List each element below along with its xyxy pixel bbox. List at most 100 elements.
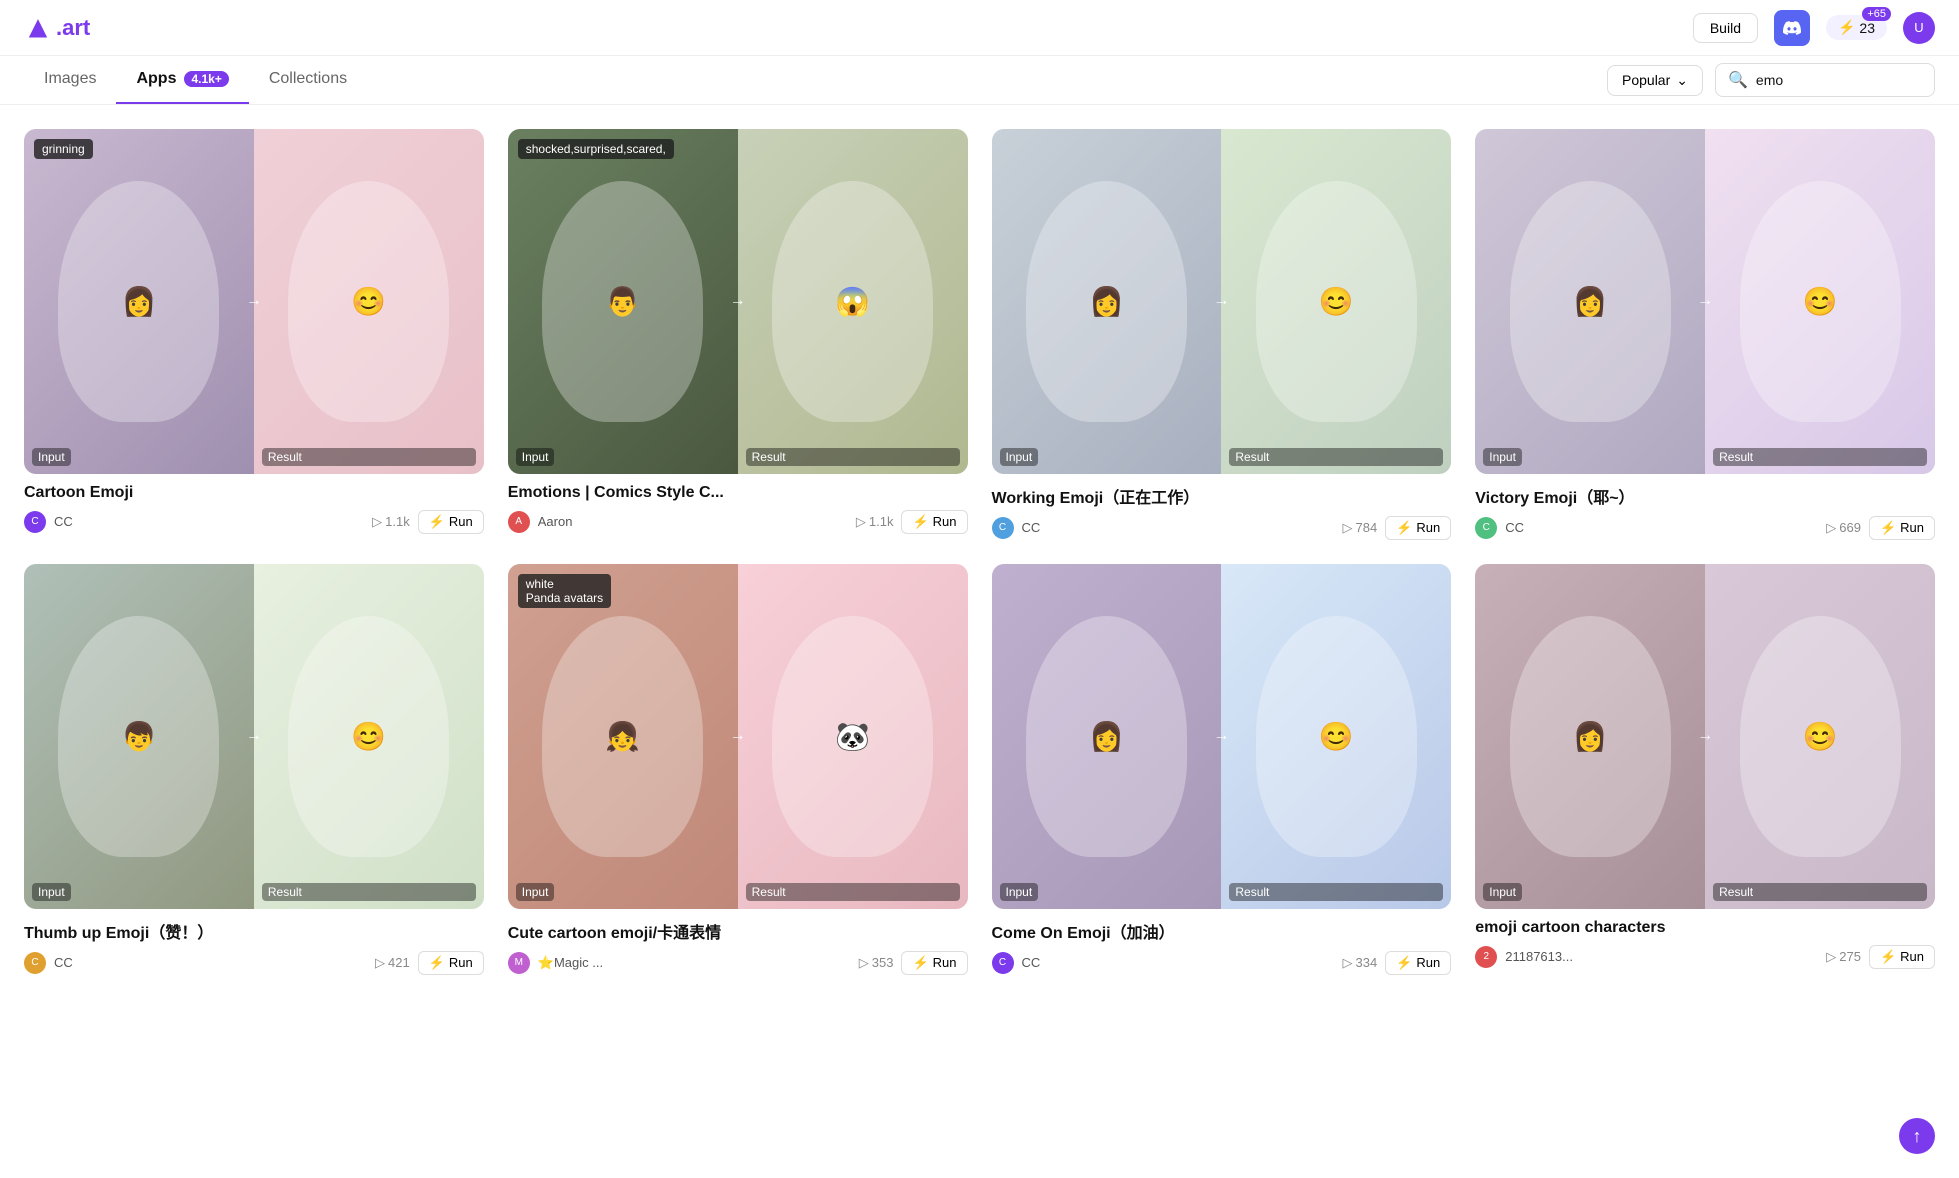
run-icon: ⚡ xyxy=(1396,955,1412,971)
play-count: ▷ 353 xyxy=(859,955,894,971)
author-avatar: C xyxy=(1475,517,1497,539)
search-icon: 🔍 xyxy=(1728,70,1748,90)
face-placeholder-right: 😊 xyxy=(1256,616,1417,857)
card-result-image: 😊 Result xyxy=(1705,564,1935,909)
run-button[interactable]: ⚡ Run xyxy=(901,951,967,975)
scroll-to-top-button[interactable]: ↑ xyxy=(1899,1118,1935,1154)
sort-button[interactable]: Popular ⌄ xyxy=(1607,65,1703,96)
chevron-down-icon: ⌄ xyxy=(1676,72,1688,89)
lightning-badge: +65 xyxy=(1862,7,1891,21)
discord-button[interactable] xyxy=(1774,10,1810,46)
build-button[interactable]: Build xyxy=(1693,13,1758,43)
card-item[interactable]: 👩 Input → 😊 Result Come On Emoji（加油） C C… xyxy=(992,564,1452,975)
author-name: CC xyxy=(54,955,367,970)
author-name: ⭐Magic ... xyxy=(538,955,851,971)
card-title: Cartoon Emoji xyxy=(24,484,484,502)
card-meta: C CC ▷ 784 ⚡ Run xyxy=(992,516,1452,540)
face-placeholder-left: 👨 xyxy=(542,181,703,422)
face-placeholder-right: 😊 xyxy=(1740,181,1901,422)
lightning-button[interactable]: +65 ⚡ 23 xyxy=(1826,15,1887,40)
card-grid: 👩 Input → 😊 Result grinning Cartoon Emoj… xyxy=(0,105,1959,999)
play-count: ▷ 1.1k xyxy=(856,514,894,530)
card-item[interactable]: 👩 Input → 😊 Result emoji cartoon charact… xyxy=(1475,564,1935,975)
play-count: ▷ 1.1k xyxy=(372,514,410,530)
tab-collections[interactable]: Collections xyxy=(249,56,367,104)
face-placeholder-left: 👧 xyxy=(542,616,703,857)
input-label: Input xyxy=(32,883,71,901)
user-avatar[interactable]: U xyxy=(1903,12,1935,44)
play-count: ▷ 275 xyxy=(1826,949,1861,965)
arrow-icon: → xyxy=(730,727,746,745)
card-tag: grinning xyxy=(34,139,93,159)
card-title: Victory Emoji（耶~） xyxy=(1475,484,1935,508)
author-avatar: C xyxy=(24,511,46,533)
run-button[interactable]: ⚡ Run xyxy=(1385,951,1451,975)
run-button[interactable]: ⚡ Run xyxy=(1869,516,1935,540)
run-icon: ⚡ xyxy=(1880,520,1896,536)
run-button[interactable]: ⚡ Run xyxy=(1869,945,1935,969)
input-label: Input xyxy=(1000,448,1039,466)
play-icon: ▷ xyxy=(856,514,866,530)
face-placeholder-right: 😱 xyxy=(772,181,933,422)
run-button[interactable]: ⚡ Run xyxy=(1385,516,1451,540)
result-label: Result xyxy=(1713,883,1927,901)
face-placeholder-right: 😊 xyxy=(288,181,449,422)
card-image: 👨 Input → 😱 Result shocked,surprised,sca… xyxy=(508,129,968,474)
card-result-image: 😊 Result xyxy=(1221,129,1451,474)
tab-apps[interactable]: Apps 4.1k+ xyxy=(116,56,248,104)
nav-tabs: Images Apps 4.1k+ Collections Popular ⌄ … xyxy=(0,56,1959,105)
card-image: 👩 Input → 😊 Result xyxy=(992,129,1452,474)
card-title: Thumb up Emoji（赞！） xyxy=(24,919,484,943)
arrow-icon: → xyxy=(1213,727,1229,745)
input-label: Input xyxy=(1000,883,1039,901)
tab-images[interactable]: Images xyxy=(24,56,116,104)
card-result-image: 😊 Result xyxy=(254,129,484,474)
face-placeholder-right: 😊 xyxy=(1256,181,1417,422)
card-item[interactable]: 👩 Input → 😊 Result grinning Cartoon Emoj… xyxy=(24,129,484,540)
card-result-image: 😊 Result xyxy=(254,564,484,909)
card-result-image: 🐼 Result xyxy=(738,564,968,909)
card-item[interactable]: 👦 Input → 😊 Result Thumb up Emoji（赞！） C … xyxy=(24,564,484,975)
card-image: 👩 Input → 😊 Result xyxy=(1475,564,1935,909)
run-icon: ⚡ xyxy=(912,955,928,971)
result-label: Result xyxy=(1229,883,1443,901)
arrow-icon: → xyxy=(730,292,746,310)
card-result-image: 😊 Result xyxy=(1705,129,1935,474)
card-item[interactable]: 👩 Input → 😊 Result Victory Emoji（耶~） C C… xyxy=(1475,129,1935,540)
search-box[interactable]: 🔍 xyxy=(1715,63,1935,97)
card-input-image: 👨 Input xyxy=(508,129,738,474)
card-item[interactable]: 👨 Input → 😱 Result shocked,surprised,sca… xyxy=(508,129,968,540)
run-icon: ⚡ xyxy=(1396,520,1412,536)
arrow-icon: → xyxy=(1697,292,1713,310)
play-icon: ▷ xyxy=(859,955,869,971)
card-image: 👦 Input → 😊 Result xyxy=(24,564,484,909)
result-label: Result xyxy=(262,883,476,901)
card-input-image: 👦 Input xyxy=(24,564,254,909)
result-label: Result xyxy=(746,448,960,466)
run-button[interactable]: ⚡ Run xyxy=(901,510,967,534)
result-label: Result xyxy=(1229,448,1443,466)
card-image: 👩 Input → 😊 Result xyxy=(1475,129,1935,474)
card-title: Cute cartoon emoji/卡通表情 xyxy=(508,919,968,943)
logo-icon xyxy=(24,14,52,42)
run-button[interactable]: ⚡ Run xyxy=(418,510,484,534)
face-placeholder-right: 😊 xyxy=(1740,616,1901,857)
result-label: Result xyxy=(1713,448,1927,466)
apps-badge: 4.1k+ xyxy=(184,71,228,87)
card-item[interactable]: 👧 Input → 🐼 Result white Panda avatars C… xyxy=(508,564,968,975)
arrow-icon: → xyxy=(1213,292,1229,310)
card-title: emoji cartoon characters xyxy=(1475,919,1935,937)
search-input[interactable] xyxy=(1756,72,1916,88)
author-avatar: M xyxy=(508,952,530,974)
input-label: Input xyxy=(516,448,555,466)
play-icon: ▷ xyxy=(1826,949,1836,965)
card-meta: A Aaron ▷ 1.1k ⚡ Run xyxy=(508,510,968,534)
card-item[interactable]: 👩 Input → 😊 Result Working Emoji（正在工作） C… xyxy=(992,129,1452,540)
card-meta: C CC ▷ 1.1k ⚡ Run xyxy=(24,510,484,534)
card-title: Come On Emoji（加油） xyxy=(992,919,1452,943)
logo[interactable]: .art xyxy=(24,14,90,42)
run-button[interactable]: ⚡ Run xyxy=(418,951,484,975)
face-placeholder-left: 👩 xyxy=(58,181,219,422)
lightning-count: 23 xyxy=(1859,20,1875,36)
card-tag: white Panda avatars xyxy=(518,574,611,608)
